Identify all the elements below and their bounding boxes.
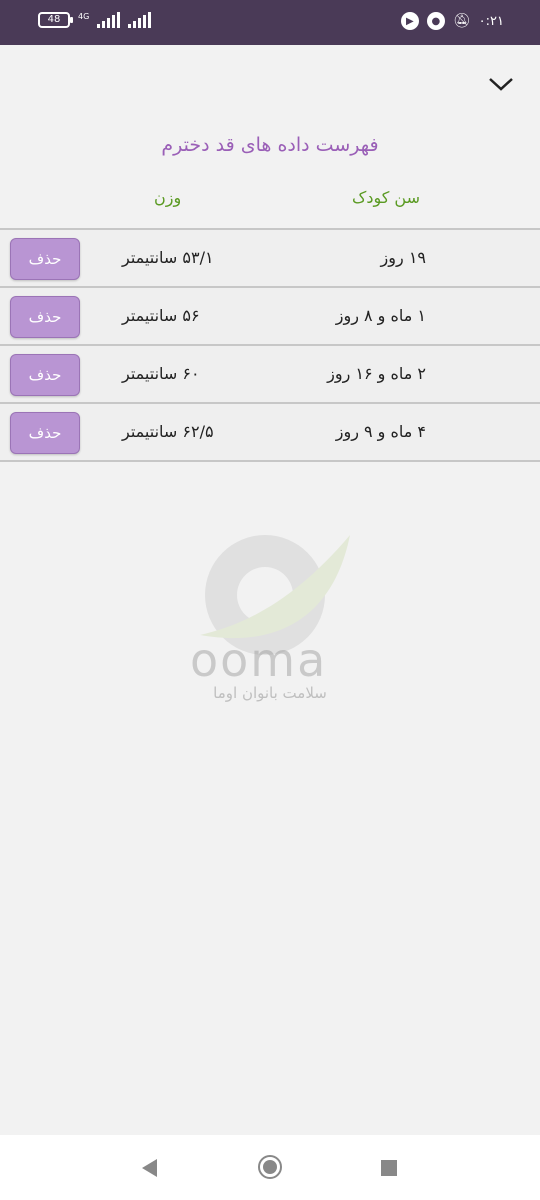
table-row: ۴ ماه و ۹ روز ۶۲/۵ سانتیمتر حذف [0,402,540,462]
status-left: 48 4G [38,11,152,28]
status-bar: 48 4G ▶ ● 🔕︎ ۰:۲۱ [0,0,540,45]
back-icon[interactable] [142,1159,157,1177]
network-type: 4G [78,11,90,21]
chevron-down-icon[interactable] [488,75,514,93]
weight-cell: ۵۳/۱ سانتیمتر [122,248,214,267]
age-cell: ۱۹ روز [380,248,426,267]
battery-icon: 48 [38,12,73,28]
recent-apps-icon[interactable] [381,1160,397,1176]
watermark-brand: ooma [190,633,328,687]
header-age: سن کودک [352,188,420,207]
weight-cell: ۶۲/۵ سانتیمتر [122,422,214,441]
top-bar [0,45,540,122]
header-weight: وزن [154,188,182,207]
watermark-tagline: سلامت بانوان اوما [213,684,327,702]
play-store-icon: ▶ [400,12,419,30]
weight-cell: ۶۰ سانتیمتر [122,364,200,383]
clock: ۰:۲۱ [478,13,504,29]
weight-cell: ۵۶ سانتیمتر [122,306,200,325]
delete-button[interactable]: حذف [10,296,80,338]
delete-button[interactable]: حذف [10,354,80,396]
system-nav-bar [0,1135,540,1200]
age-cell: ۴ ماه و ۹ روز [335,422,426,441]
signal-icon-2 [128,12,152,28]
table-row: ۲ ماه و ۱۶ روز ۶۰ سانتیمتر حذف [0,344,540,402]
age-cell: ۱ ماه و ۸ روز [335,306,426,325]
data-table: ۱۹ روز ۵۳/۱ سانتیمتر حذف ۱ ماه و ۸ روز ۵… [0,228,540,462]
battery-level: 48 [47,14,61,25]
mute-icon: 🔕︎ [452,13,471,29]
table-row: ۱۹ روز ۵۳/۱ سانتیمتر حذف [0,228,540,286]
home-icon[interactable] [258,1155,282,1179]
status-right: ▶ ● 🔕︎ ۰:۲۱ [400,12,504,30]
delete-button[interactable]: حذف [10,238,80,280]
signal-icon [97,12,121,28]
age-cell: ۲ ماه و ۱۶ روز [327,364,426,383]
table-row: ۱ ماه و ۸ روز ۵۶ سانتیمتر حذف [0,286,540,344]
app-notification-icon: ● [426,12,445,30]
page-title: فهرست داده های قد دخترم [161,134,379,156]
delete-button[interactable]: حذف [10,412,80,454]
